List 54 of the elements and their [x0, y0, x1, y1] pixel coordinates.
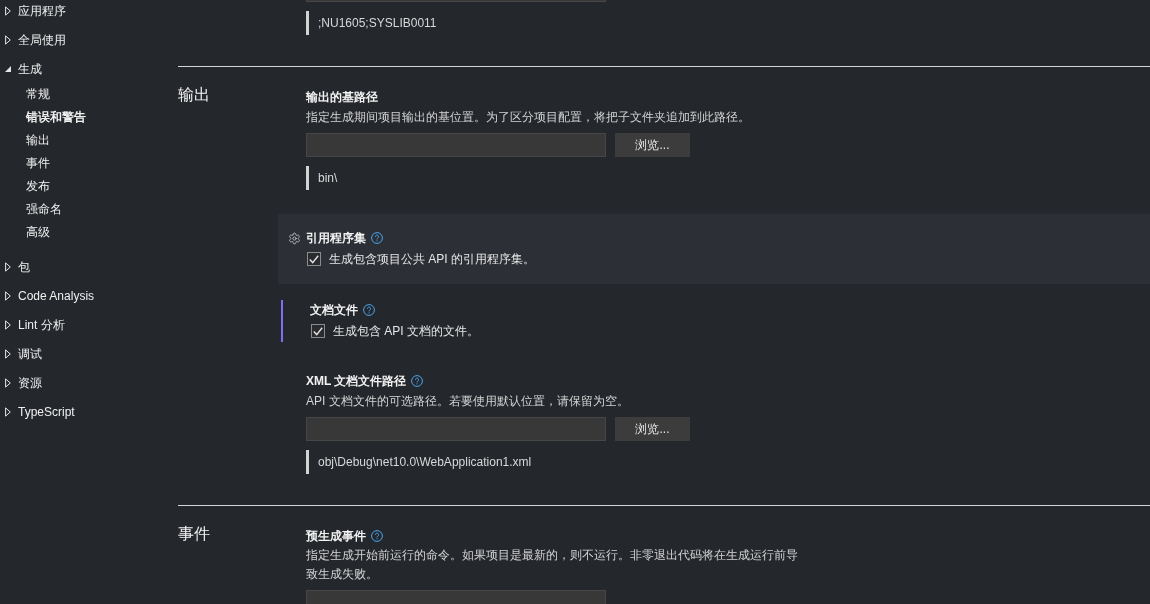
- caret-down-icon[interactable]: [5, 66, 11, 72]
- caret-right-icon[interactable]: [5, 320, 11, 330]
- browse-button[interactable]: 浏览...: [615, 133, 690, 157]
- browse-button[interactable]: 浏览...: [615, 417, 690, 441]
- caret-right-icon[interactable]: [5, 262, 11, 272]
- checkbox-label[interactable]: 生成包含 API 文档的文件。: [333, 320, 479, 342]
- setting-description: 指定生成开始前运行的命令。如果项目是最新的，则不运行。非零退出代码将在生成运行前导致生成失败。: [306, 547, 799, 583]
- sidebar-item[interactable]: 应用程序: [18, 0, 66, 22]
- caret-right-icon[interactable]: [5, 349, 11, 359]
- path-input[interactable]: [306, 417, 606, 441]
- command-field[interactable]: [306, 590, 606, 604]
- sidebar-item[interactable]: 资源: [18, 372, 42, 394]
- checkbox[interactable]: [307, 252, 321, 266]
- sidebar-subitem[interactable]: 高级: [26, 221, 50, 244]
- help-icon[interactable]: [371, 530, 383, 542]
- caret-right-icon[interactable]: [5, 291, 11, 301]
- evaluated-value: obj\Debug\net10.0\WebApplication1.xml: [306, 450, 532, 474]
- setting-title: 引用程序集: [306, 230, 366, 247]
- sidebar-item[interactable]: Code Analysis: [18, 285, 95, 307]
- setting-title: 文档文件: [310, 302, 358, 319]
- path-input[interactable]: [306, 133, 606, 157]
- setting-description: 指定生成期间项目输出的基位置。为了区分项目配置，将把子文件夹追加到此路径。: [306, 109, 750, 126]
- evaluated-value: bin\: [306, 166, 338, 190]
- sidebar-subitem[interactable]: 强命名: [26, 198, 62, 221]
- sidebar-subitem[interactable]: 输出: [26, 129, 50, 152]
- checkbox[interactable]: [311, 324, 325, 338]
- section-heading: 输出: [178, 87, 210, 103]
- sidebar-item[interactable]: 包: [18, 256, 30, 278]
- setting-title: XML 文档文件路径: [306, 373, 407, 390]
- help-icon[interactable]: [371, 232, 383, 244]
- setting-title: 输出的基路径: [306, 89, 378, 106]
- help-icon[interactable]: [363, 304, 375, 316]
- help-icon[interactable]: [411, 375, 424, 387]
- evaluated-value: ;NU1605;SYSLIB0011: [306, 11, 437, 35]
- caret-right-icon[interactable]: [5, 6, 11, 16]
- section-heading: 事件: [178, 526, 210, 542]
- checkbox-label[interactable]: 生成包含项目公共 API 的引用程序集。: [329, 248, 535, 270]
- sidebar-subitem[interactable]: 事件: [26, 152, 50, 175]
- sidebar-item[interactable]: TypeScript: [18, 401, 75, 423]
- sidebar-subitem[interactable]: 常规: [26, 83, 50, 106]
- setting-description: API 文档文件的可选路径。若要使用默认位置，请保留为空。: [306, 393, 629, 410]
- caret-right-icon[interactable]: [5, 35, 11, 45]
- sidebar-item[interactable]: 生成: [18, 58, 42, 80]
- sidebar-item[interactable]: Lint 分析: [18, 314, 65, 336]
- sidebar-item[interactable]: 全局使用: [18, 29, 66, 51]
- sidebar-item[interactable]: 调试: [18, 343, 42, 365]
- setting-title: 预生成事件: [306, 528, 366, 545]
- caret-right-icon[interactable]: [5, 407, 11, 417]
- checkmark-icon: [309, 254, 319, 264]
- sidebar-subitem[interactable]: 发布: [26, 175, 50, 198]
- gear-icon[interactable]: [288, 232, 301, 245]
- checkmark-icon: [313, 326, 323, 336]
- caret-right-icon[interactable]: [5, 378, 11, 388]
- sidebar-subitem[interactable]: 错误和警告: [26, 106, 86, 129]
